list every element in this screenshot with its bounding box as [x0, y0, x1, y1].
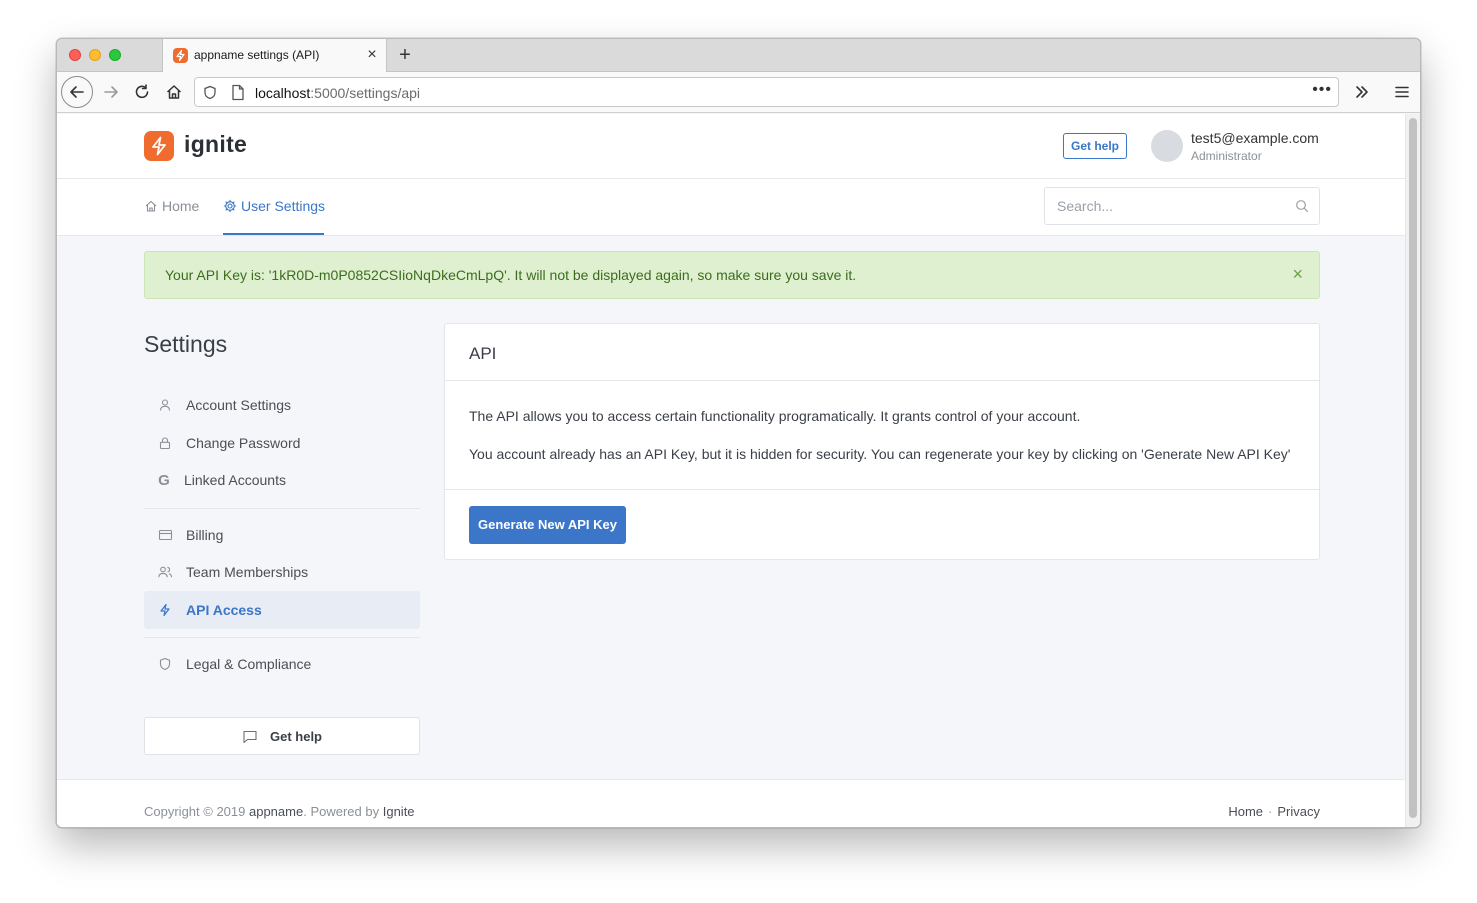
reload-icon: [135, 84, 149, 99]
shield-icon: [204, 85, 216, 100]
sidebar-item-label: Account Settings: [186, 397, 292, 413]
sidebar-item-label: Team Memberships: [186, 564, 309, 580]
arrow-left-icon: [70, 86, 84, 98]
search-box: [1044, 187, 1320, 225]
footer-home-link[interactable]: Home: [1228, 804, 1263, 819]
overflow-button[interactable]: [1348, 78, 1376, 106]
browser-tab-active[interactable]: appname settings (API) ×: [162, 39, 387, 72]
browser-window: appname settings (API) × + localhost:500…: [56, 38, 1421, 828]
credit-card-icon: [158, 529, 172, 541]
tab-close-icon[interactable]: ×: [364, 47, 380, 63]
app-header: ignite Get help test5@example.com Admini…: [57, 114, 1407, 179]
url-bar[interactable]: localhost:5000/settings/api •••: [194, 77, 1339, 107]
reload-button[interactable]: [128, 78, 156, 106]
double-chevron-right-icon: [1356, 86, 1368, 98]
window-close-button[interactable]: [69, 49, 81, 61]
home-button[interactable]: [160, 78, 188, 106]
footer-links: Home · Privacy: [1228, 804, 1320, 819]
sidebar-get-help-label: Get help: [269, 728, 322, 744]
sidebar-item-account-settings[interactable]: Account Settings: [144, 386, 420, 424]
sidebar-item-team-memberships[interactable]: Team Memberships: [144, 553, 420, 591]
close-icon[interactable]: ×: [1292, 265, 1303, 283]
home-icon: [145, 200, 157, 212]
message-square-icon: [243, 730, 257, 743]
logo-icon[interactable]: [144, 131, 174, 161]
back-button[interactable]: [61, 76, 93, 108]
settings-title: Settings: [144, 331, 228, 357]
footer-appname-link[interactable]: appname: [249, 804, 303, 819]
card-key-status: You account already has an API Key, but …: [469, 446, 1291, 462]
sidebar-item-change-password[interactable]: Change Password: [144, 424, 420, 462]
logo-text[interactable]: ignite: [184, 131, 247, 158]
nav-home-label: Home: [162, 198, 200, 214]
sidebar-item-label: Billing: [186, 527, 224, 543]
nav-user-settings[interactable]: User Settings: [223, 198, 325, 214]
hamburger-icon: [1395, 86, 1409, 98]
gear-icon: [223, 199, 237, 213]
page-content: ignite Get help test5@example.com Admini…: [57, 114, 1407, 827]
users-icon: [158, 566, 173, 578]
sidebar-item-legal-compliance[interactable]: Legal & Compliance: [144, 645, 420, 683]
user-icon: [159, 399, 171, 411]
zap-icon: [160, 603, 170, 617]
browser-nav-bar: localhost:5000/settings/api •••: [57, 72, 1420, 113]
sidebar-item-billing[interactable]: Billing: [144, 516, 420, 554]
sidebar-item-label: API Access: [186, 602, 262, 618]
page-scrollbar[interactable]: [1405, 114, 1420, 827]
page-actions-icon[interactable]: •••: [1312, 81, 1332, 99]
api-key-alert: Your API Key is: '1kR0D-m0P0852CSIioNqDk…: [144, 251, 1320, 299]
card-title: API: [469, 344, 497, 363]
generate-api-key-button[interactable]: Generate New API Key: [469, 506, 626, 544]
sub-navigation: Home User Settings: [57, 179, 1407, 236]
browser-tab-bar: appname settings (API) × +: [57, 39, 1420, 72]
google-icon: G: [158, 471, 170, 489]
nav-active-indicator: [223, 233, 324, 235]
url-text: localhost:5000/settings/api: [255, 85, 421, 101]
home-icon: [166, 85, 182, 99]
card-divider: [445, 489, 1319, 490]
sidebar-item-label: Change Password: [186, 435, 301, 451]
footer-brand-link[interactable]: Ignite: [383, 804, 415, 819]
menu-button[interactable]: [1388, 78, 1416, 106]
sidebar-divider: [144, 637, 420, 638]
card-divider: [445, 380, 1319, 381]
get-help-button[interactable]: Get help: [1063, 133, 1127, 159]
tab-title: appname settings (API): [194, 48, 320, 62]
card-description: The API allows you to access certain fun…: [469, 408, 1081, 424]
search-input[interactable]: [1045, 188, 1285, 224]
user-role: Administrator: [1191, 149, 1262, 163]
search-icon[interactable]: [1295, 199, 1309, 213]
new-tab-icon[interactable]: +: [395, 44, 415, 66]
nav-user-settings-label: User Settings: [241, 198, 326, 214]
user-email[interactable]: test5@example.com: [1191, 130, 1319, 146]
window-zoom-button[interactable]: [109, 49, 121, 61]
footer-copyright: Copyright © 2019 appname. Powered by Ign…: [144, 804, 415, 819]
sidebar-item-label: Legal & Compliance: [186, 656, 312, 672]
page-icon: [232, 84, 244, 101]
footer-privacy-link[interactable]: Privacy: [1277, 804, 1320, 819]
nav-home[interactable]: Home: [144, 198, 199, 214]
scrollbar-thumb[interactable]: [1409, 118, 1417, 818]
avatar[interactable]: [1151, 130, 1183, 162]
window-minimize-button[interactable]: [89, 49, 101, 61]
lock-icon: [159, 437, 171, 450]
shield-icon: [159, 657, 171, 671]
sidebar-item-linked-accounts[interactable]: G Linked Accounts: [144, 461, 420, 499]
sidebar-get-help-button[interactable]: Get help: [144, 717, 420, 755]
sidebar-divider: [144, 508, 420, 509]
forward-button[interactable]: [97, 78, 125, 106]
sidebar-item-label: Linked Accounts: [184, 472, 286, 488]
page-footer: Copyright © 2019 appname. Powered by Ign…: [57, 779, 1407, 827]
alert-message: Your API Key is: '1kR0D-m0P0852CSIioNqDk…: [165, 267, 857, 283]
arrow-right-icon: [104, 86, 118, 98]
api-card: API The API allows you to access certain…: [444, 323, 1320, 560]
sidebar-item-api-access[interactable]: API Access: [144, 591, 420, 629]
tab-favicon-icon: [173, 48, 188, 63]
